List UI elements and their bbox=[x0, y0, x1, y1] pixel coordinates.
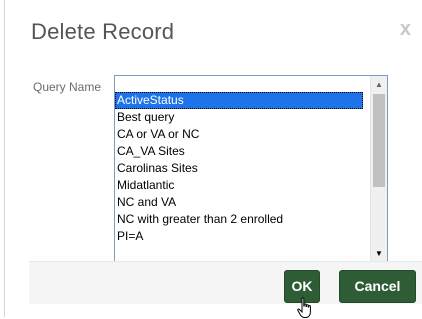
dialog-footer: OK Cancel bbox=[29, 261, 422, 304]
scroll-down-arrow-icon[interactable]: ▼ bbox=[371, 245, 387, 262]
scroll-up-arrow-icon[interactable]: ▲ bbox=[371, 76, 387, 93]
list-item[interactable]: Best query bbox=[115, 109, 370, 126]
listbox-scrollbar[interactable]: ▲ ▼ bbox=[370, 76, 387, 262]
delete-record-dialog: Delete Record x Query Name ActiveStatus … bbox=[4, 0, 422, 317]
list-item[interactable]: NC and VA bbox=[115, 194, 370, 211]
query-name-listbox[interactable]: ActiveStatus Best query CA or VA or NC C… bbox=[114, 75, 388, 263]
dialog-title: Delete Record bbox=[31, 19, 175, 44]
list-item-blank[interactable] bbox=[115, 76, 370, 92]
list-item[interactable]: Carolinas Sites bbox=[115, 160, 370, 177]
list-item[interactable]: Midatlantic bbox=[115, 177, 370, 194]
list-item-activestatus[interactable]: ActiveStatus bbox=[115, 92, 363, 109]
query-name-options: ActiveStatus Best query CA or VA or NC C… bbox=[115, 76, 370, 245]
list-item[interactable]: CA_VA Sites bbox=[115, 143, 370, 160]
scrollbar-thumb[interactable] bbox=[373, 94, 385, 187]
query-name-label: Query Name bbox=[33, 80, 102, 94]
list-item[interactable]: PI=A bbox=[115, 228, 370, 245]
close-icon[interactable]: x bbox=[400, 18, 411, 41]
list-item[interactable]: NC with greater than 2 enrolled bbox=[115, 211, 370, 228]
cancel-button[interactable]: Cancel bbox=[339, 270, 416, 303]
hand-pointer-icon bbox=[297, 297, 311, 318]
list-item[interactable]: CA or VA or NC bbox=[115, 126, 370, 143]
